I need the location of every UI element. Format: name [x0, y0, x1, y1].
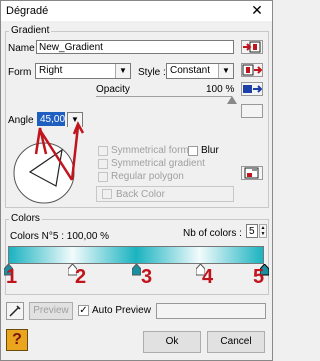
auto-preview-label: Auto Preview	[92, 305, 151, 316]
annotation-arrows	[34, 121, 85, 181]
colors-info-text: Colors N°5 : 100,00 %	[10, 231, 110, 242]
window-title: Dégradé	[6, 5, 49, 17]
style-label: Style :	[138, 67, 166, 78]
save-gradient-button[interactable]	[241, 40, 263, 54]
stop-number-label: 1	[6, 266, 18, 288]
preview-button[interactable]: Preview	[29, 302, 73, 320]
opacity-label: Opacity	[96, 84, 130, 95]
name-field[interactable]: New_Gradient	[36, 40, 234, 54]
style-dropdown-value: Constant	[170, 65, 211, 76]
regular-polygon-label: Regular polygon	[111, 171, 184, 182]
save-gradient-icon	[243, 41, 261, 53]
palette-icon	[244, 167, 259, 179]
export-gradient-button[interactable]	[241, 82, 263, 96]
ok-button[interactable]: Ok	[143, 331, 201, 353]
form-label: Form :	[8, 67, 37, 78]
symmetrical-gradient-label: Symmetrical gradient	[111, 158, 205, 169]
symmetrical-gradient-checkbox[interactable]	[98, 159, 108, 169]
stop-number-label: 5	[253, 266, 265, 288]
chevron-down-icon: ▼	[218, 64, 233, 78]
form-dropdown[interactable]: Right ▼	[35, 63, 131, 79]
stop-number-label: 2	[75, 266, 87, 288]
gradient-group-legend: Gradient	[9, 25, 52, 36]
stop-number-label: 3	[141, 266, 153, 288]
nb-of-colors-label: Nb of colors :	[183, 228, 242, 239]
regular-polygon-checkbox[interactable]	[98, 172, 108, 182]
blank-option-button[interactable]	[241, 104, 263, 118]
colors-group-legend: Colors	[9, 213, 42, 224]
auto-preview-checkbox[interactable]: ✓	[78, 305, 89, 316]
cancel-button[interactable]: Cancel	[207, 331, 265, 353]
help-icon[interactable]: ?	[6, 329, 28, 351]
eyedropper-icon	[9, 305, 21, 317]
stop-number-label: 4	[202, 266, 214, 288]
close-button[interactable]: ✕	[244, 2, 270, 19]
opacity-value: 100 %	[206, 84, 235, 95]
nb-of-colors-field[interactable]: 5	[246, 224, 258, 238]
blur-label: Blur	[201, 145, 219, 156]
opacity-slider-track[interactable]	[96, 96, 232, 97]
eyedropper-button[interactable]	[6, 302, 24, 320]
back-color-label: Back Color	[116, 189, 165, 200]
opacity-slider-thumb[interactable]	[227, 96, 237, 104]
color-picker-button[interactable]	[241, 166, 263, 180]
form-dropdown-value: Right	[39, 65, 63, 76]
load-gradient-button[interactable]	[241, 63, 263, 77]
nb-of-colors-spinner[interactable]: ▲ ▼	[259, 224, 267, 238]
gradient-preview-bar[interactable]	[8, 246, 264, 264]
gradient-stop-marker[interactable]	[131, 263, 142, 279]
back-color-checkbox[interactable]	[102, 189, 112, 199]
export-gradient-icon	[243, 85, 263, 93]
symmetrical-form-label: Symmetrical form	[111, 145, 189, 156]
chevron-down-icon: ▼	[115, 64, 130, 78]
symmetrical-form-checkbox[interactable]	[98, 146, 108, 156]
load-gradient-icon	[242, 64, 263, 76]
progress-box	[156, 303, 266, 319]
blur-checkbox[interactable]	[188, 146, 198, 156]
style-dropdown[interactable]: Constant ▼	[166, 63, 234, 79]
